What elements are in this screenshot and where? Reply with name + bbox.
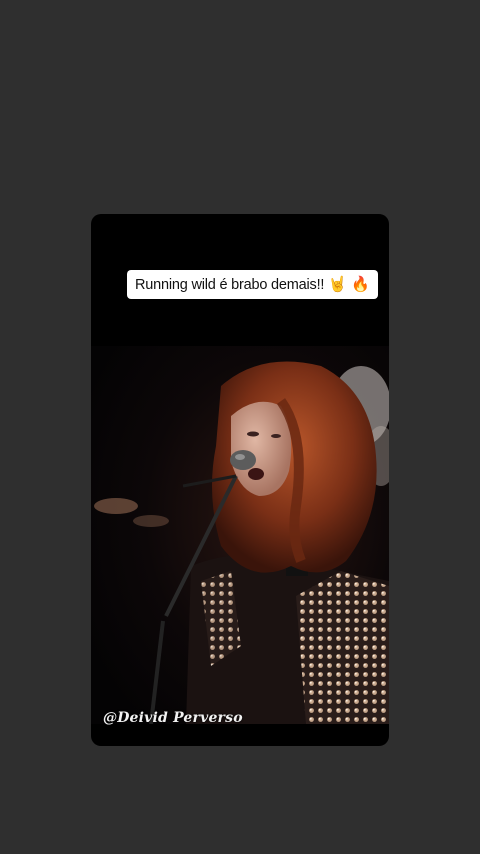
singer-performance-image (91, 346, 389, 724)
creator-watermark: @Deivid Perverso (103, 710, 243, 726)
story-screen: Running wild é brabo demais!! 🤘 🔥 @Deivi… (0, 0, 480, 854)
horns-emoji-icon: 🤘 (328, 275, 347, 293)
caption-sticker: Running wild é brabo demais!! 🤘 🔥 (127, 270, 378, 299)
caption-text: Running wild é brabo demais!! (135, 276, 325, 293)
story-card[interactable]: Running wild é brabo demais!! 🤘 🔥 @Deivi… (91, 214, 389, 746)
fire-emoji-icon: 🔥 (350, 275, 370, 293)
concert-video-frame[interactable] (91, 346, 389, 724)
